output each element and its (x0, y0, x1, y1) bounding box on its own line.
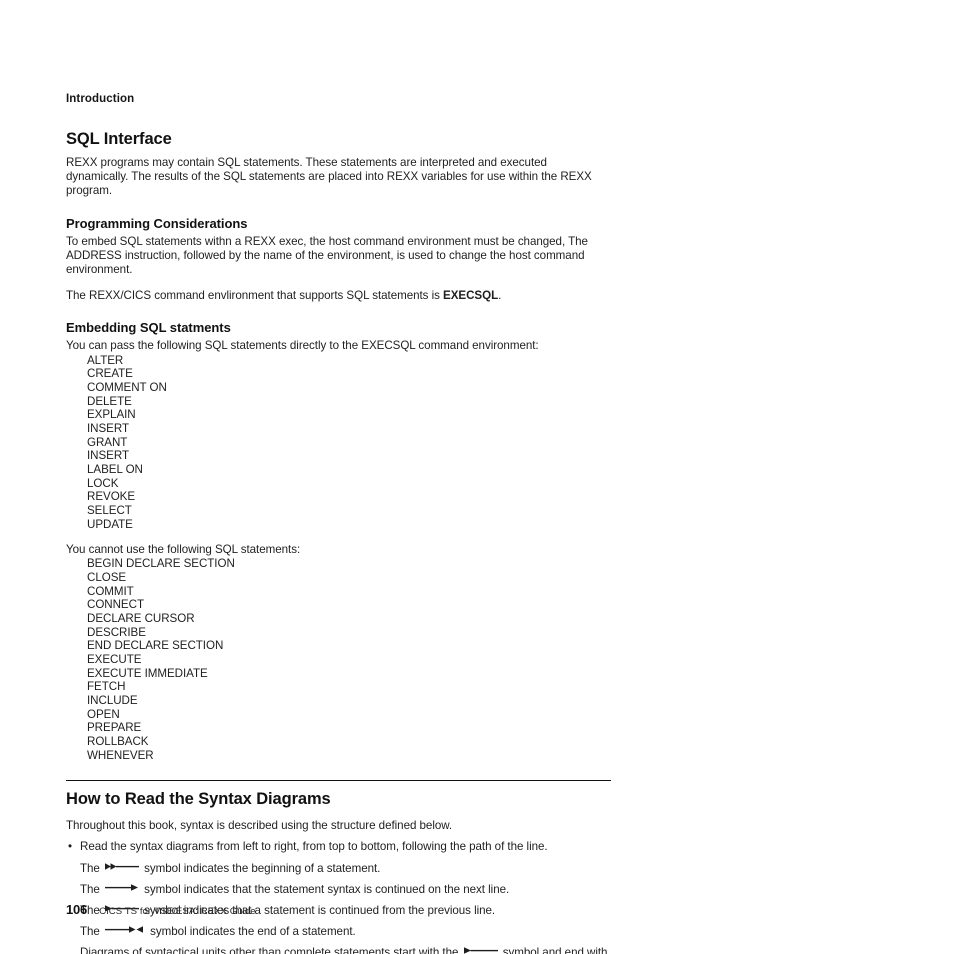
symbol-line-4-suffix: symbol indicates the end of a statement. (147, 925, 356, 939)
execsql-sentence-suffix: . (498, 289, 502, 303)
statement-list-item: COMMIT (87, 584, 134, 598)
disallowed-statements-list: BEGIN DECLARE SECTION CLOSE COMMIT CONNECT D… (66, 557, 611, 762)
statement-list-item: EXECUTE IMMEDIATE (87, 666, 208, 680)
document-page: Introduction SQL Interface REXX programs… (0, 0, 954, 954)
symbol-line-begin-statement: The symbol indicates the beginning of a … (80, 862, 611, 876)
symbol-line-1-suffix: symbol indicates the beginning of a stat… (141, 861, 381, 875)
execsql-keyword: EXECSQL (443, 289, 499, 303)
statement-list-item: CONNECT (87, 598, 144, 612)
closing-part-1: Diagrams of syntactical units other than… (80, 946, 462, 954)
statement-list-item: DELETE (87, 394, 132, 408)
statement-list-item: OPEN (87, 707, 120, 721)
bullet-dot-icon: • (68, 840, 73, 854)
symbol-line-4-prefix: The (80, 925, 103, 939)
syntax-closing-paragraph: Diagrams of syntactical units other than… (66, 946, 611, 954)
page-content: Introduction SQL Interface REXX programs… (66, 92, 611, 954)
section-divider-rule: How to Read the Syntax Diagrams (66, 780, 611, 809)
allowed-statements-intro: You can pass the following SQL statement… (66, 339, 539, 353)
syntax-diagrams-intro: Throughout this book, syntax is describe… (66, 819, 453, 833)
subsection-title-embedding-sql-statements: Embedding SQL statments (66, 320, 231, 336)
statement-list-item: LABEL ON (87, 462, 143, 476)
syntax-bullet-list: • Read the syntax diagrams from left to … (66, 840, 611, 854)
statement-list-item: WHENEVER (87, 748, 154, 762)
allowed-statements-list: ALTER CREATE COMMENT ON DELETE EXPLAIN INSERT… (66, 354, 611, 532)
statement-list-item: REVOKE (87, 490, 136, 504)
symbol-line-2-prefix: The (80, 882, 103, 896)
statement-list-item: UPDATE (87, 517, 133, 531)
section-title-sql-interface: SQL Interface (66, 130, 172, 148)
statement-list-item: COMMENT ON (87, 380, 167, 394)
running-head: Introduction (66, 93, 135, 105)
statement-list-item: DECLARE CURSOR (87, 611, 195, 625)
statement-list-item: DESCRIBE (87, 625, 146, 639)
statement-list-item: CLOSE (87, 571, 127, 585)
list-spacer-1 (66, 531, 611, 543)
statement-list-item: EXECUTE (87, 652, 142, 666)
programming-considerations-paragraph-1: To embed SQL statements withn a REXX exe… (66, 234, 588, 277)
execsql-sentence-prefix: The REXX/CICS command envlironment that … (66, 289, 444, 303)
statement-list-item: EXPLAIN (87, 408, 136, 422)
statement-list-item: END DECLARE SECTION (87, 639, 224, 653)
symbol-line-end-statement: The symbol indicates the end of a statem… (80, 925, 611, 939)
syntax-bullet-text: Read the syntax diagrams from left to ri… (80, 840, 548, 854)
syntax-bullet-item: • Read the syntax diagrams from left to … (66, 840, 611, 854)
statement-list-item: BEGIN DECLARE SECTION (87, 557, 235, 571)
statement-list-item: LOCK (87, 476, 119, 490)
page-footer: 106 CICS TS for VSE/ESA: REXX Guide (66, 901, 611, 919)
statement-list-item: INSERT (87, 449, 130, 463)
statement-list-item: CREATE (87, 367, 133, 381)
section-title-syntax-diagrams: How to Read the Syntax Diagrams (66, 790, 331, 809)
disallowed-statements-intro: You cannot use the following SQL stateme… (66, 543, 301, 557)
end-statement-symbol (105, 925, 145, 934)
statement-list-item: ROLLBACK (87, 734, 149, 748)
continued-from-previous-symbol (463, 946, 498, 954)
programming-considerations-paragraph-2: The REXX/CICS command envlironment that … (66, 289, 611, 303)
statement-list-item: INCLUDE (87, 693, 138, 707)
continued-next-line-symbol (105, 883, 139, 892)
symbol-line-continued-next: The symbol indicates that the statement … (80, 883, 611, 897)
statement-list-item: SELECT (87, 503, 132, 517)
statement-list-item: FETCH (87, 680, 126, 694)
statement-list-item: ALTER (87, 353, 124, 367)
statement-list-item: INSERT (87, 421, 130, 435)
footer-page-number: 106 (66, 902, 88, 917)
begin-statement-symbol (105, 862, 139, 871)
symbol-line-2-suffix: symbol indicates that the statement synt… (141, 882, 510, 896)
footer-book-title: CICS TS for VSE/ESA: REXX Guide (99, 906, 256, 917)
statement-list-item: GRANT (87, 435, 128, 449)
statement-list-item: PREPARE (87, 721, 142, 735)
subsection-title-programming-considerations: Programming Considerations (66, 215, 248, 231)
symbol-line-1-prefix: The (80, 861, 103, 875)
sql-interface-intro-paragraph: REXX programs may contain SQL statements… (66, 156, 592, 198)
